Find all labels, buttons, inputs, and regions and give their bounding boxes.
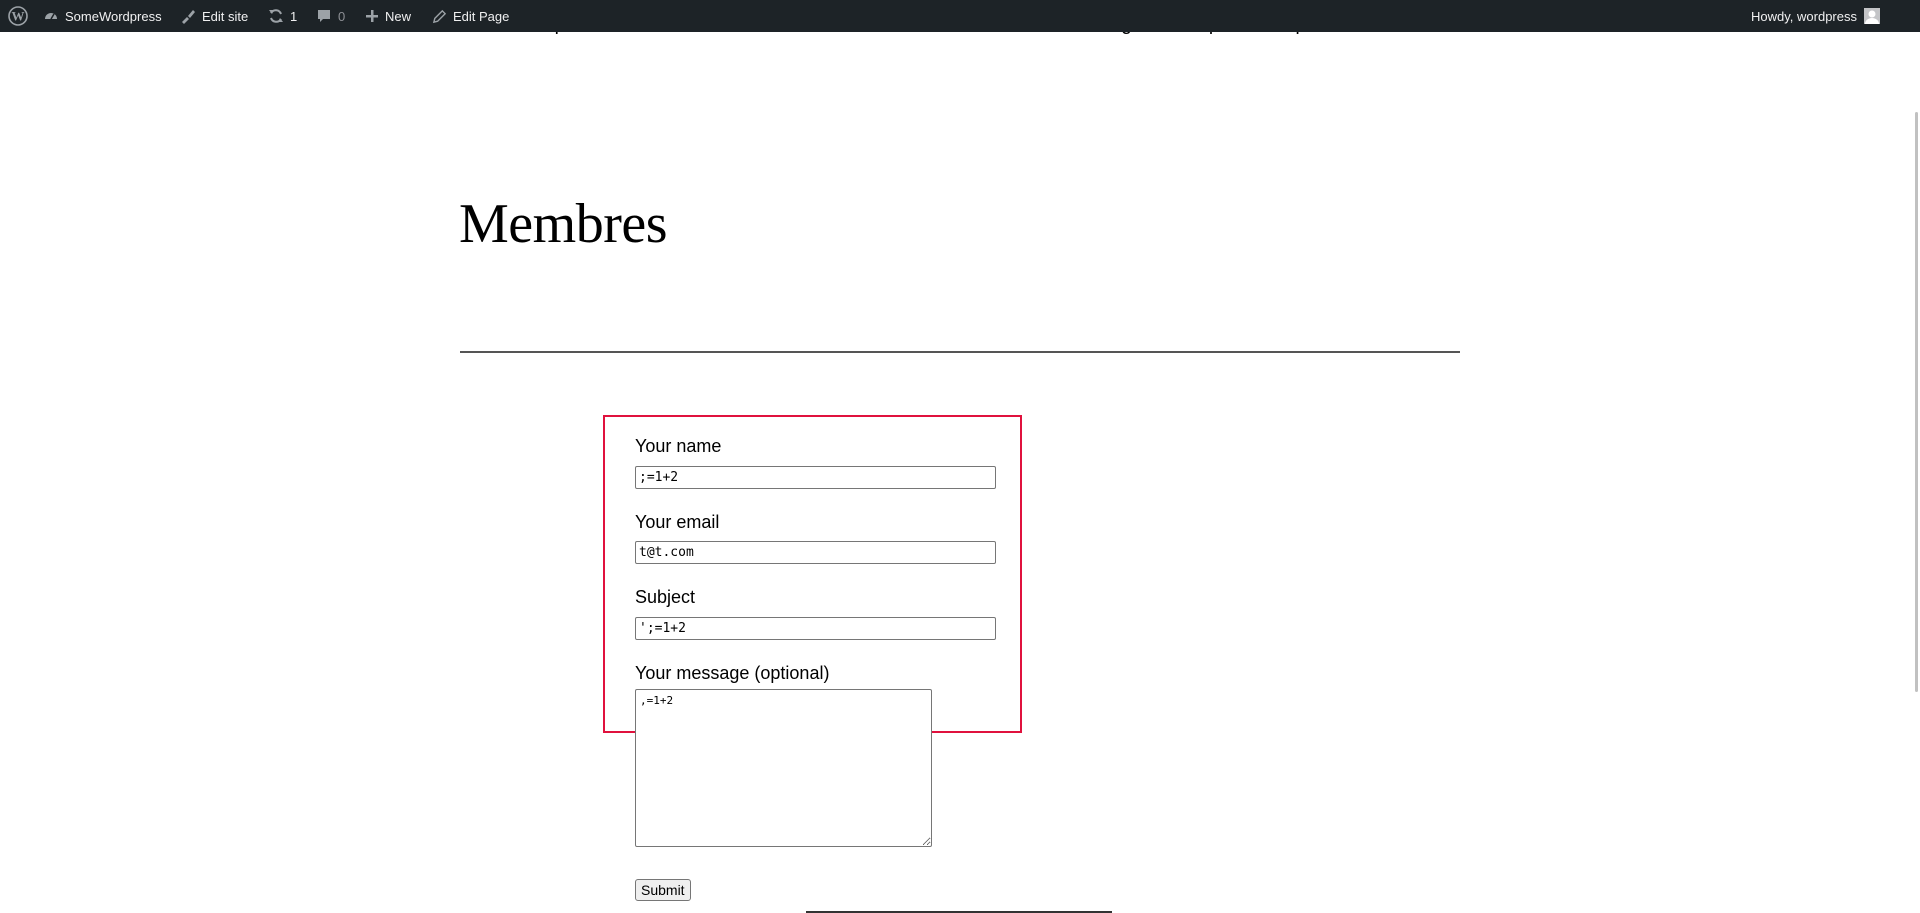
comments-count: 0 — [338, 8, 346, 24]
site-name-label: SomeWordpress — [65, 8, 162, 24]
dashboard-icon — [43, 8, 59, 24]
title-separator — [460, 351, 1460, 353]
updates-icon — [268, 8, 284, 24]
comment-icon — [316, 8, 332, 24]
subject-field[interactable] — [635, 617, 996, 640]
subject-label: Subject — [635, 587, 696, 607]
page-title: Membres — [459, 193, 668, 255]
email-label: Your email — [635, 512, 720, 532]
form-highlight-box — [603, 415, 1022, 733]
edit-site-link[interactable]: Edit site — [180, 0, 248, 32]
name-field[interactable] — [635, 466, 996, 489]
wordpress-logo-icon[interactable]: W — [8, 0, 28, 32]
admin-bar: W SomeWordpress Edit site 1 0 New Edit P… — [0, 0, 1920, 32]
email-field[interactable] — [635, 541, 996, 564]
avatar — [1864, 8, 1880, 24]
message-label: Your message (optional) — [635, 663, 830, 683]
pencil-icon — [432, 9, 447, 24]
account-menu[interactable]: Howdy, wordpress — [1751, 0, 1880, 32]
scrollbar-thumb[interactable] — [1915, 112, 1918, 692]
message-field[interactable]: ,=1+2 — [635, 689, 932, 847]
plus-icon — [365, 9, 379, 23]
updates-link[interactable]: 1 — [268, 0, 297, 32]
edit-site-label: Edit site — [202, 8, 249, 24]
edit-page-label: Edit Page — [453, 8, 510, 24]
howdy-label: Howdy, wordpress — [1751, 8, 1857, 24]
name-label: Your name — [635, 436, 722, 456]
page-scrollbar[interactable] — [1911, 32, 1920, 913]
svg-text:W: W — [12, 9, 25, 24]
submit-button[interactable]: Submit — [635, 879, 691, 901]
new-content-link[interactable]: New — [365, 0, 411, 32]
comments-link[interactable]: 0 — [316, 0, 345, 32]
new-label: New — [385, 8, 412, 24]
site-name-menu[interactable]: SomeWordpress — [43, 0, 162, 32]
updates-count: 1 — [290, 8, 298, 24]
edit-page-link[interactable]: Edit Page — [432, 0, 509, 32]
brush-icon — [180, 8, 196, 24]
